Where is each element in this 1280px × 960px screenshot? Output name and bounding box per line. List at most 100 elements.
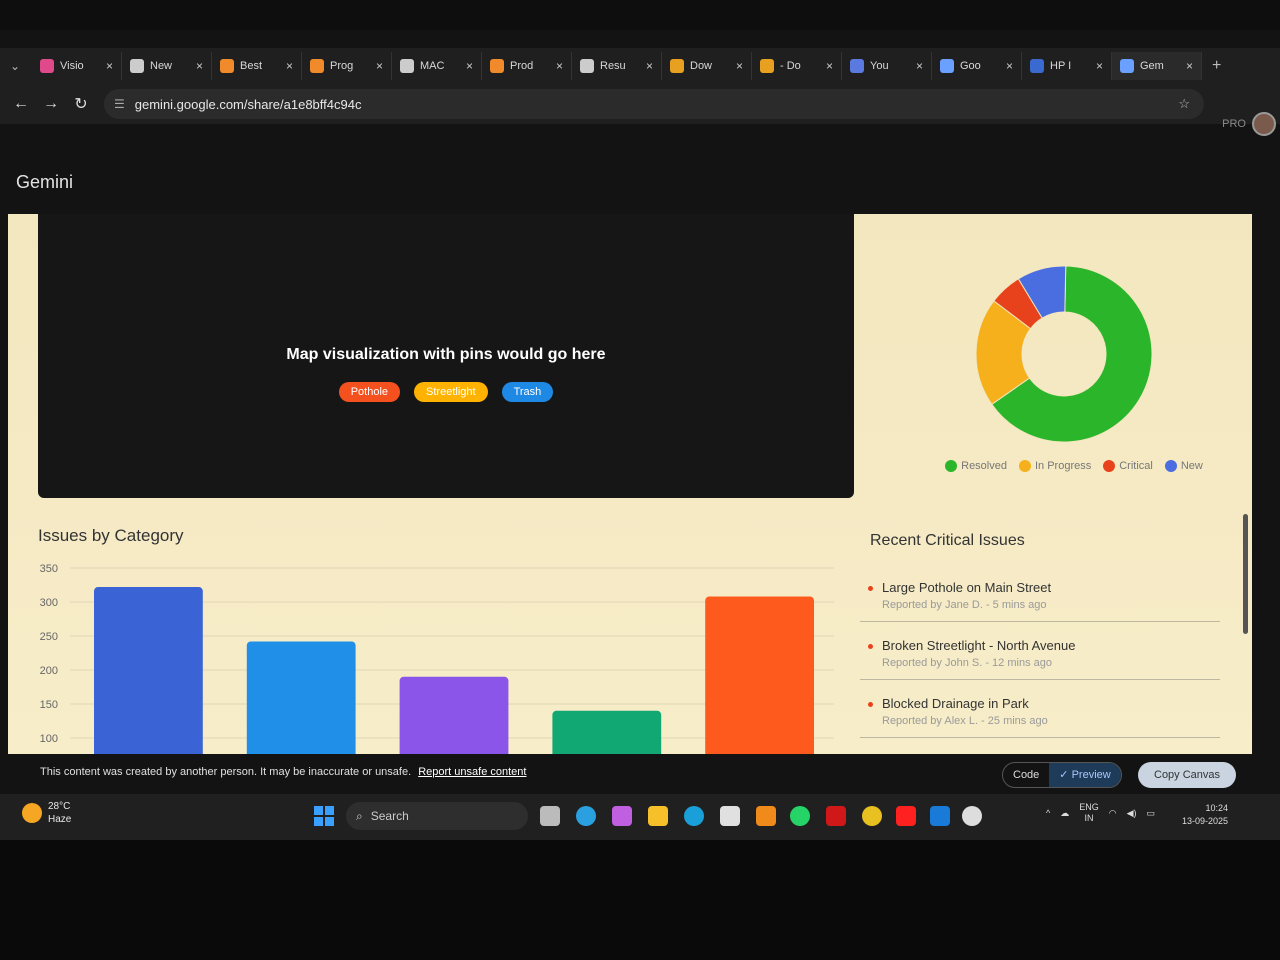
issue-item[interactable]: Blocked Drainage in Park Reported by Ale… xyxy=(860,690,1220,738)
tab-close-icon[interactable]: × xyxy=(1186,59,1193,73)
tab-close-icon[interactable]: × xyxy=(196,59,203,73)
recent-issues-list: Large Pothole on Main Street Reported by… xyxy=(860,574,1220,748)
tab-close-icon[interactable]: × xyxy=(826,59,833,73)
windows-start-icon[interactable] xyxy=(314,806,334,826)
copilot-icon[interactable] xyxy=(612,806,632,826)
lang-bottom: IN xyxy=(1084,813,1094,823)
volume-icon[interactable]: ◀) xyxy=(1127,808,1137,819)
tab-close-icon[interactable]: × xyxy=(106,59,113,73)
issue-title: Large Pothole on Main Street xyxy=(882,580,1052,595)
browser-tab[interactable]: You × xyxy=(842,52,932,80)
tab-label: New xyxy=(150,60,173,72)
tab-close-icon[interactable]: × xyxy=(916,59,923,73)
chevron-up-icon[interactable]: ^ xyxy=(1046,808,1050,818)
bar-chart-title: Issues by Category xyxy=(38,526,184,545)
map-pill-1[interactable]: Streetlight xyxy=(414,382,488,402)
weather-widget[interactable]: 28°C Haze xyxy=(22,800,71,826)
chatgpt-icon[interactable] xyxy=(962,806,982,826)
code-preview-toggle: Code ✓ Preview xyxy=(1002,762,1122,788)
task-view-icon[interactable] xyxy=(540,806,560,826)
browser-tab[interactable]: MAC × xyxy=(392,52,482,80)
wifi-icon[interactable]: ◠ xyxy=(1109,808,1117,819)
preview-tab[interactable]: ✓ Preview xyxy=(1049,763,1121,787)
youtube-icon[interactable] xyxy=(896,806,916,826)
browser-tab[interactable]: Prog × xyxy=(302,52,392,80)
navigation-bar: ← → ↻ ☰ gemini.google.com/share/a1e8bff4… xyxy=(0,84,1280,124)
language-indicator[interactable]: ENG IN xyxy=(1079,802,1099,824)
back-icon[interactable]: ← xyxy=(6,95,36,113)
report-unsafe-link[interactable]: Report unsafe content xyxy=(418,766,526,778)
canvas-preview: Map visualization with pins would go her… xyxy=(8,214,1252,754)
edge-icon[interactable] xyxy=(684,806,704,826)
legend-item[interactable]: Critical xyxy=(1103,460,1153,472)
issue-item[interactable]: Broken Streetlight - North Avenue Report… xyxy=(860,632,1220,680)
vscode-icon[interactable] xyxy=(930,806,950,826)
code-tab[interactable]: Code xyxy=(1003,763,1049,787)
issue-meta: Reported by John S. - 12 mins ago xyxy=(882,657,1052,669)
forward-icon[interactable]: → xyxy=(36,95,66,113)
avatar[interactable] xyxy=(1252,112,1276,136)
lang-top: ENG xyxy=(1079,802,1099,812)
tab-favicon-icon xyxy=(850,59,864,73)
taskbar-search[interactable]: ⌕ Search xyxy=(346,802,528,830)
issue-item[interactable]: Large Pothole on Main Street Reported by… xyxy=(860,574,1220,622)
clock-date: 13-09-2025 xyxy=(1182,816,1229,826)
whatsapp-icon[interactable] xyxy=(790,806,810,826)
tab-close-icon[interactable]: × xyxy=(646,59,653,73)
reload-icon[interactable]: ↻ xyxy=(66,94,96,114)
bar[interactable] xyxy=(552,710,662,754)
vlc-icon[interactable] xyxy=(756,806,776,826)
browser-tab[interactable]: Goo × xyxy=(932,52,1022,80)
map-pill-2[interactable]: Trash xyxy=(501,382,554,402)
legend-item[interactable]: New xyxy=(1164,460,1203,472)
tab-close-icon[interactable]: × xyxy=(1096,59,1103,73)
legend-item[interactable]: Resolved xyxy=(945,460,1007,472)
tab-favicon-icon xyxy=(940,59,954,73)
map-pill-0[interactable]: Pothole xyxy=(338,382,401,402)
canvas-scrollbar[interactable] xyxy=(1243,514,1248,634)
tab-close-icon[interactable]: × xyxy=(736,59,743,73)
clock[interactable]: 10:24 13-09-2025 xyxy=(1182,802,1228,828)
app-title: Gemini xyxy=(16,172,74,192)
netflix-icon[interactable] xyxy=(826,806,846,826)
legend-item[interactable]: In Progress xyxy=(1018,460,1091,472)
bar[interactable] xyxy=(246,641,356,754)
address-bar[interactable]: ☰ gemini.google.com/share/a1e8bff4c94c ☆ xyxy=(104,89,1204,119)
browser-tab[interactable]: Resu × xyxy=(572,52,662,80)
browser-tab[interactable]: Dow × xyxy=(662,52,752,80)
browser-tab[interactable]: New × xyxy=(122,52,212,80)
browser-tab[interactable]: HP I × xyxy=(1022,52,1112,80)
tab-favicon-icon xyxy=(40,59,54,73)
bar[interactable] xyxy=(94,587,203,754)
tab-close-icon[interactable]: × xyxy=(466,59,473,73)
tab-search-icon[interactable]: ⌄ xyxy=(4,53,26,79)
bar[interactable] xyxy=(399,676,509,754)
tab-label: You xyxy=(870,60,889,72)
copy-canvas-button[interactable]: Copy Canvas xyxy=(1138,762,1237,788)
new-tab-button[interactable]: + xyxy=(1212,57,1221,75)
battery-icon[interactable]: ▭ xyxy=(1147,808,1156,819)
browser-tab[interactable]: Prod × xyxy=(482,52,572,80)
tab-label: Gem xyxy=(1140,60,1164,72)
y-tick-label: 300 xyxy=(40,597,58,609)
y-tick-label: 200 xyxy=(40,665,58,677)
bookmark-star-icon[interactable]: ☆ xyxy=(1178,96,1190,112)
tab-close-icon[interactable]: × xyxy=(1006,59,1013,73)
bar[interactable] xyxy=(705,596,814,754)
file-explorer-icon[interactable] xyxy=(648,806,668,826)
store-icon[interactable] xyxy=(720,806,740,826)
chrome-icon[interactable] xyxy=(862,806,882,826)
site-info-icon[interactable]: ☰ xyxy=(114,97,125,111)
cloud-icon[interactable]: ☁ xyxy=(1060,808,1069,819)
tab-close-icon[interactable]: × xyxy=(376,59,383,73)
status-legend: Resolved In Progress Critical New xyxy=(944,460,1204,472)
browser-tab[interactable]: - Do × xyxy=(752,52,842,80)
tab-label: Prog xyxy=(330,60,354,72)
tab-close-icon[interactable]: × xyxy=(556,59,563,73)
telegram-icon[interactable] xyxy=(576,806,596,826)
tab-label: - Do xyxy=(780,60,801,72)
browser-tab[interactable]: Best × xyxy=(212,52,302,80)
tab-close-icon[interactable]: × xyxy=(286,59,293,73)
browser-tab[interactable]: Gem × xyxy=(1112,52,1202,80)
browser-tab[interactable]: Visio × xyxy=(32,52,122,80)
